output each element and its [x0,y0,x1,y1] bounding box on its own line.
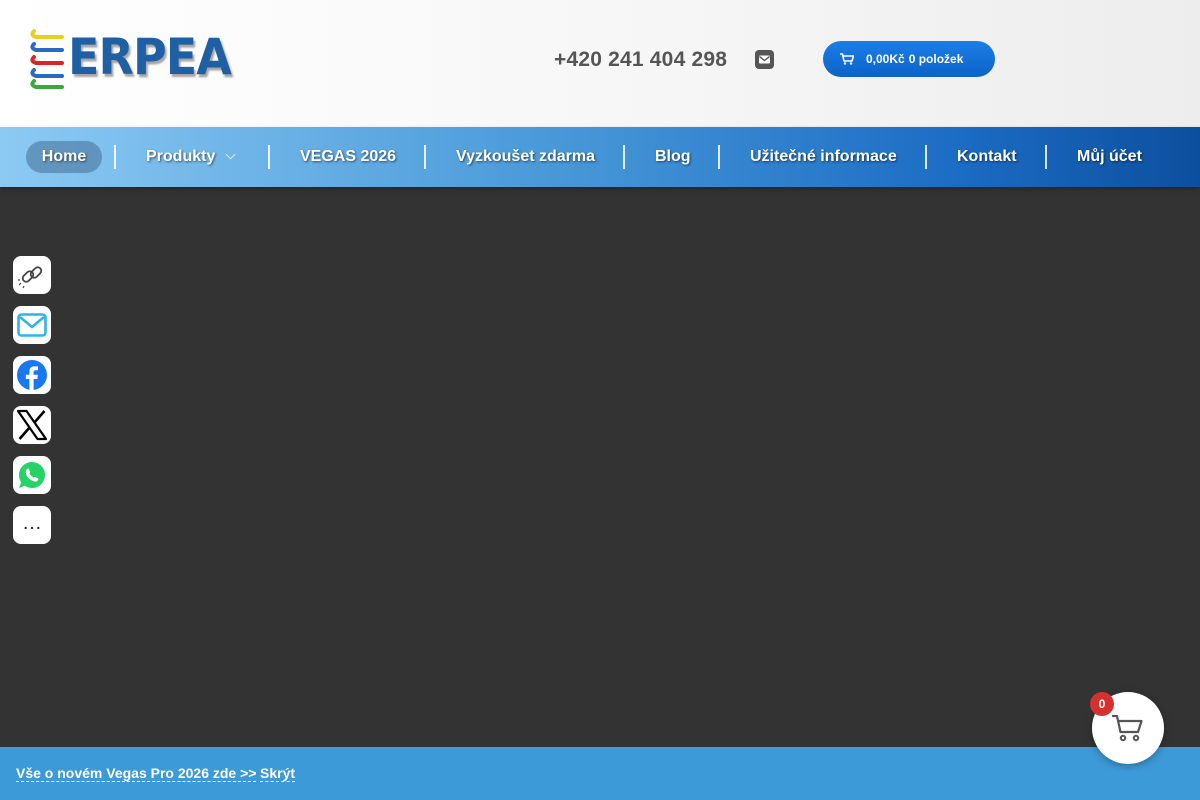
nav-separator [718,145,720,169]
logo-mark-icon [30,29,64,89]
nav-item-home[interactable]: Home [26,141,102,173]
phone-number[interactable]: +420 241 404 298 [554,48,727,72]
hide-banner-link[interactable]: Skrýt [260,766,296,782]
share-x-button[interactable] [13,406,51,444]
announcement-banner: Vše o novém Vegas Pro 2026 zde >> Skrýt [0,747,1200,800]
envelope-icon[interactable] [755,50,774,69]
chevron-down-icon [225,149,236,160]
share-facebook-button[interactable] [13,356,51,394]
main-navigation: Home Produkty VEGAS 2026 Vyzkoušet zdarm… [0,127,1200,187]
facebook-icon [17,360,47,390]
nav-item-kontakt[interactable]: Kontakt [957,141,1017,173]
cart-items-count: 0 položek [908,52,964,66]
logo-text: ERPEA [68,28,232,86]
nav-item-produkty[interactable]: Produkty [146,141,236,173]
header-cart-button[interactable]: 0,00Kč 0 položek [823,41,995,77]
copy-link-icon [18,266,43,289]
share-copy-link-button[interactable] [13,256,51,294]
nav-separator [114,145,116,169]
nav-separator [925,145,927,169]
site-header: ERPEA +420 241 404 298 0,00Kč 0 položek [0,0,1200,127]
nav-item-label: Produkty [146,148,216,165]
vegas-pro-2026-link[interactable]: Vše o novém Vegas Pro 2026 zde >> [16,766,257,782]
email-icon [17,313,47,337]
cart-icon [1112,714,1143,742]
nav-item-vegas-2026[interactable]: VEGAS 2026 [300,141,396,173]
nav-separator [424,145,426,169]
nav-separator [623,145,625,169]
cart-icon [840,53,854,65]
share-whatsapp-button[interactable] [13,456,51,494]
nav-separator [1045,145,1047,169]
nav-item-muj-ucet[interactable]: Můj účet [1077,141,1142,173]
nav-separator [268,145,270,169]
nav-item-blog[interactable]: Blog [655,141,691,173]
share-more-button[interactable]: … [13,506,51,544]
cart-count-badge: 0 [1090,692,1114,716]
whatsapp-icon [18,461,46,488]
x-icon [16,409,48,441]
more-icon: … [22,512,42,534]
site-logo[interactable]: ERPEA [28,26,232,96]
nav-item-uzitecne-informace[interactable]: Užitečné informace [750,141,897,173]
cart-amount: 0,00Kč [866,52,905,66]
nav-item-vyzkouset-zdarma[interactable]: Vyzkoušet zdarma [456,141,595,173]
share-email-button[interactable] [13,306,51,344]
